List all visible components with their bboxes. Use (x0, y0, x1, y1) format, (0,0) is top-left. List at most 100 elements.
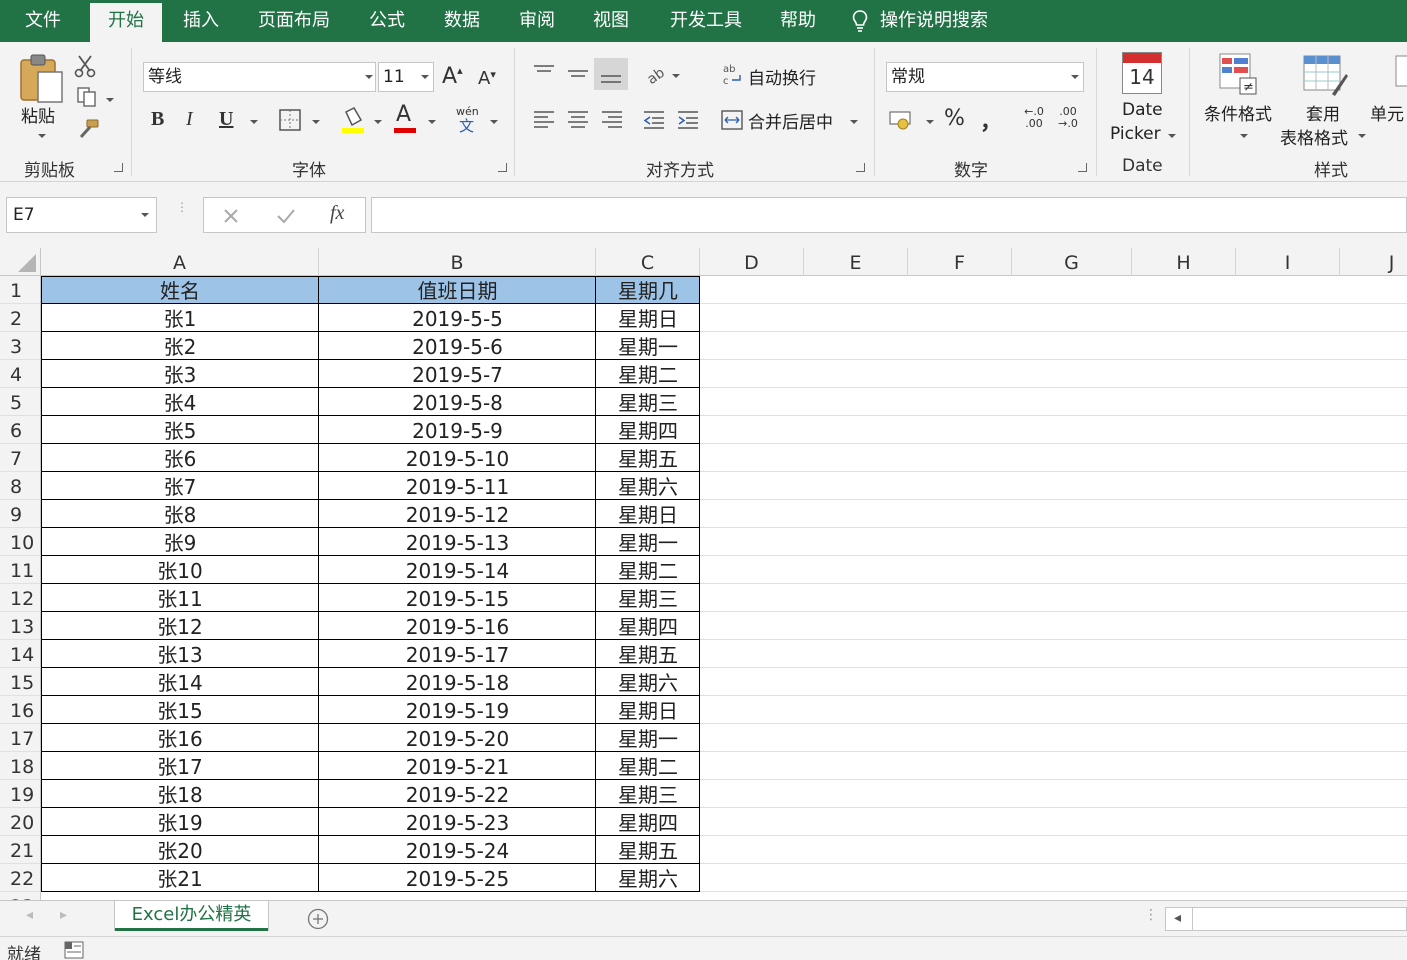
italic-button[interactable]: I (186, 108, 193, 131)
row-header[interactable]: 8 (0, 472, 41, 500)
select-all-button[interactable] (0, 248, 41, 276)
table-cell[interactable]: 2019-5-6 (319, 332, 596, 360)
fill-color-dropdown-caret[interactable] (374, 120, 382, 124)
format-as-table-line1[interactable]: 套用 (1306, 100, 1340, 125)
row-header[interactable]: 20 (0, 808, 41, 836)
align-right-icon[interactable] (600, 108, 624, 132)
tab-file[interactable]: 文件 (6, 0, 80, 42)
table-cell[interactable]: 2019-5-5 (319, 304, 596, 332)
table-cell[interactable]: 星期一 (596, 724, 700, 752)
table-cell[interactable]: 星期日 (596, 304, 700, 332)
wrap-text-icon[interactable]: ab c (722, 62, 744, 86)
column-header-b[interactable]: B (319, 248, 596, 276)
row-header[interactable]: 1 (0, 276, 41, 304)
table-cell[interactable]: 张17 (41, 752, 319, 780)
row-header[interactable]: 2 (0, 304, 41, 332)
cell-styles-button[interactable]: 单元 (1370, 100, 1404, 125)
table-cell[interactable]: 星期三 (596, 780, 700, 808)
row-header[interactable]: 19 (0, 780, 41, 808)
merge-dropdown-caret[interactable] (850, 120, 858, 124)
table-cell[interactable]: 张10 (41, 556, 319, 584)
table-cell[interactable]: 星期二 (596, 360, 700, 388)
table-cell[interactable]: 2019-5-14 (319, 556, 596, 584)
tab-home[interactable]: 开始 (90, 3, 162, 42)
decrease-decimal-button[interactable]: .00 →.0 (1054, 106, 1082, 130)
table-cell[interactable]: 张19 (41, 808, 319, 836)
table-cell[interactable]: 张2 (41, 332, 319, 360)
cancel-icon[interactable] (222, 207, 240, 225)
column-header-g[interactable]: G (1012, 248, 1132, 276)
table-cell[interactable]: 张6 (41, 444, 319, 472)
borders-dropdown-caret[interactable] (312, 120, 320, 124)
table-cell[interactable]: 星期四 (596, 808, 700, 836)
chevron-down-icon[interactable] (141, 213, 149, 217)
table-cell[interactable]: 2019-5-10 (319, 444, 596, 472)
table-cell[interactable]: 星期三 (596, 584, 700, 612)
add-sheet-icon[interactable] (307, 908, 329, 930)
date-picker-line2[interactable]: Picker (1110, 124, 1161, 144)
format-as-table-icon[interactable] (1302, 54, 1350, 98)
table-cell[interactable]: 星期二 (596, 556, 700, 584)
font-color-dropdown-caret[interactable] (428, 120, 436, 124)
tell-me-search[interactable]: 操作说明搜索 (880, 0, 1000, 42)
conditional-formatting-icon[interactable]: ≠ (1218, 52, 1262, 98)
alignment-launcher[interactable] (856, 163, 865, 172)
table-cell[interactable]: 张16 (41, 724, 319, 752)
table-cell[interactable]: 张15 (41, 696, 319, 724)
table-cell[interactable]: 星期一 (596, 332, 700, 360)
orientation-dropdown-caret[interactable] (672, 74, 680, 78)
increase-indent-icon[interactable] (676, 108, 700, 132)
table-cell[interactable]: 星期六 (596, 668, 700, 696)
align-bottom-button[interactable] (594, 58, 628, 90)
accounting-dropdown-caret[interactable] (926, 120, 934, 124)
font-name-select[interactable]: 等线 (143, 62, 376, 92)
split-handle-icon[interactable]: ⋮ (1144, 907, 1158, 923)
conditional-formatting-button[interactable]: 条件格式 (1204, 100, 1272, 125)
column-header-e[interactable]: E (804, 248, 908, 276)
phonetic-icon[interactable]: 文 (459, 118, 474, 134)
align-top-icon[interactable] (532, 62, 556, 84)
table-cell[interactable]: 2019-5-23 (319, 808, 596, 836)
table-cell[interactable]: 2019-5-22 (319, 780, 596, 808)
number-launcher[interactable] (1078, 163, 1087, 172)
row-header[interactable]: 18 (0, 752, 41, 780)
table-cell[interactable]: 星期四 (596, 416, 700, 444)
table-cell[interactable]: 2019-5-9 (319, 416, 596, 444)
font-launcher[interactable] (498, 163, 507, 172)
tab-data[interactable]: 数据 (430, 0, 494, 42)
phonetic-dropdown-caret[interactable] (490, 120, 498, 124)
tab-review[interactable]: 审阅 (506, 0, 568, 42)
row-header[interactable]: 10 (0, 528, 41, 556)
table-cell[interactable]: 星期四 (596, 612, 700, 640)
table-cell[interactable]: 2019-5-16 (319, 612, 596, 640)
align-middle-icon[interactable] (566, 62, 590, 84)
paste-icon[interactable] (18, 52, 66, 104)
table-cell[interactable]: 张3 (41, 360, 319, 388)
table-cell[interactable]: 2019-5-24 (319, 836, 596, 864)
resize-handle-icon[interactable]: ⋮ (176, 201, 188, 213)
table-cell[interactable]: 张14 (41, 668, 319, 696)
table-cell[interactable]: 张18 (41, 780, 319, 808)
table-cell[interactable]: 张12 (41, 612, 319, 640)
row-header[interactable]: 22 (0, 864, 41, 892)
table-cell[interactable]: 张21 (41, 864, 319, 892)
align-left-icon[interactable] (532, 108, 556, 132)
scroll-left-icon[interactable]: ◂ (26, 907, 33, 923)
row-header[interactable]: 5 (0, 388, 41, 416)
row-header[interactable]: 11 (0, 556, 41, 584)
table-cell[interactable]: 2019-5-18 (319, 668, 596, 696)
merge-center-button[interactable]: 合并后居中 (748, 108, 833, 133)
date-picker-caret[interactable] (1168, 134, 1176, 138)
table-cell[interactable]: 星期六 (596, 472, 700, 500)
format-painter-icon[interactable] (76, 118, 100, 140)
tab-formulas[interactable]: 公式 (356, 0, 418, 42)
row-header[interactable]: 14 (0, 640, 41, 668)
date-picker-line1[interactable]: Date (1122, 100, 1163, 120)
table-cell[interactable]: 星期三 (596, 388, 700, 416)
conditional-formatting-caret[interactable] (1240, 134, 1248, 138)
row-header[interactable]: 12 (0, 584, 41, 612)
comma-style-button[interactable]: ， (980, 104, 1002, 136)
scroll-right-icon[interactable]: ▸ (60, 907, 67, 923)
insert-function-button[interactable]: fx (330, 202, 344, 225)
row-header[interactable]: 15 (0, 668, 41, 696)
